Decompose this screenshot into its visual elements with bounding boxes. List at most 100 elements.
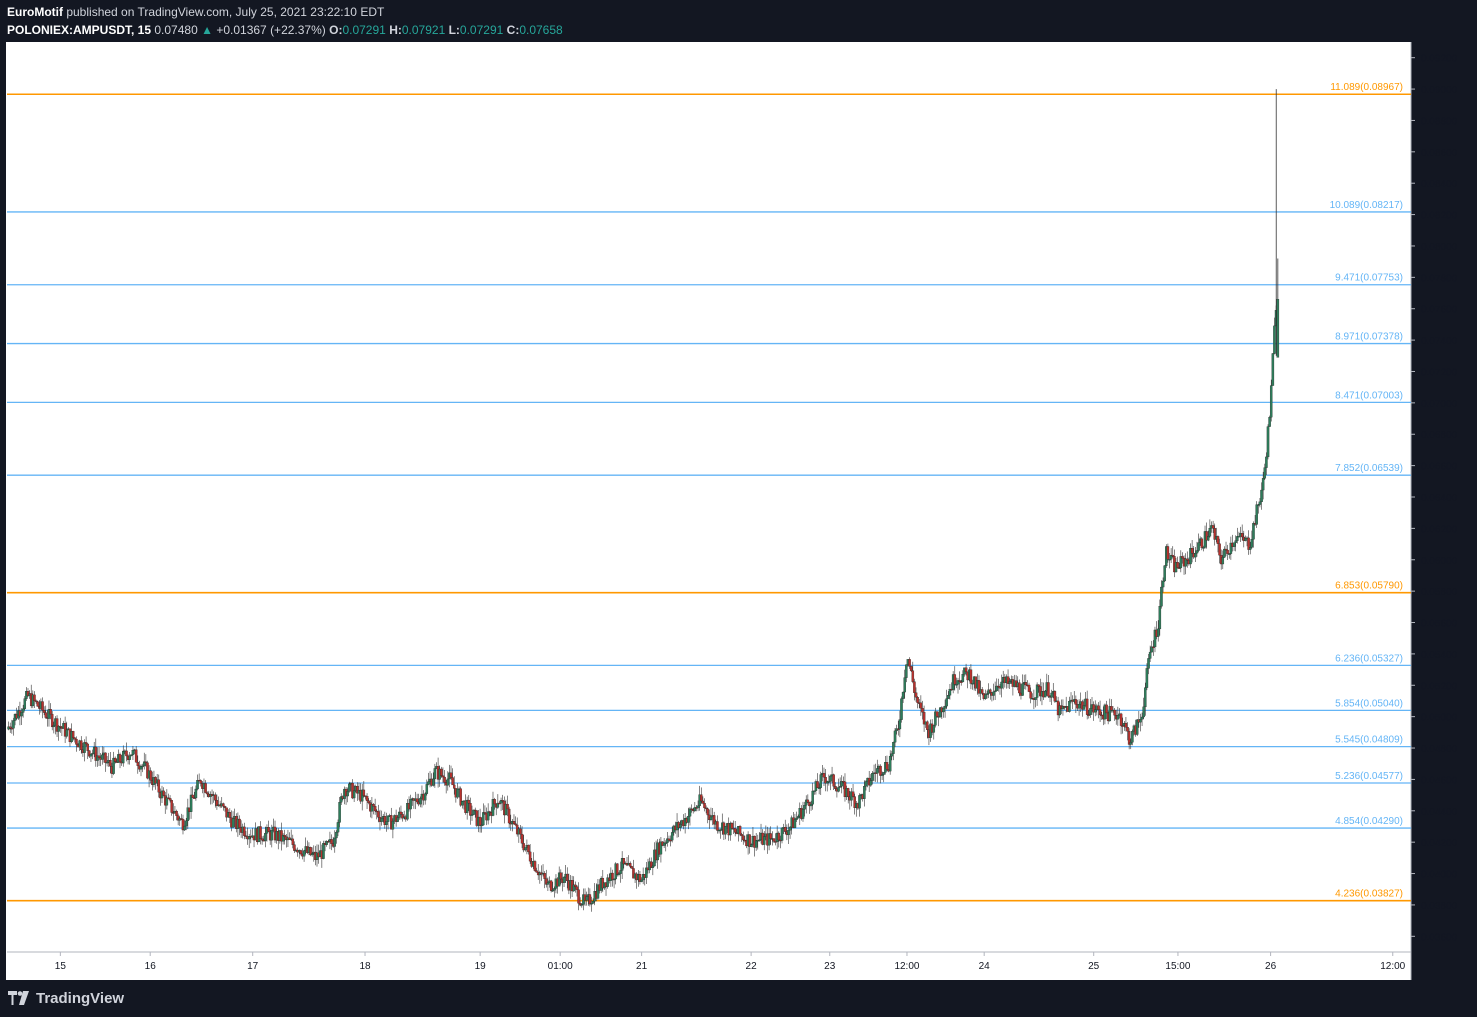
candle-body bbox=[1113, 709, 1116, 716]
candle-body bbox=[128, 755, 131, 760]
x-tick-label: 24 bbox=[979, 961, 991, 972]
candle-body bbox=[1139, 719, 1142, 723]
x-tick-label: 23 bbox=[824, 961, 836, 972]
candle-body bbox=[846, 788, 850, 798]
candle-body bbox=[396, 817, 399, 822]
candle-body bbox=[467, 799, 471, 804]
y-tick-label: 0.03800 bbox=[1421, 901, 1458, 912]
candle-body bbox=[551, 890, 554, 892]
candle-body bbox=[33, 694, 36, 701]
candle-body bbox=[980, 689, 984, 694]
candle-body bbox=[1047, 682, 1050, 697]
candle-body bbox=[1240, 533, 1244, 538]
candle-body bbox=[50, 713, 54, 728]
candle-body bbox=[456, 788, 459, 798]
tradingview-logo[interactable]: TradingView bbox=[8, 989, 124, 1007]
candle-body bbox=[1271, 353, 1275, 386]
candle-body bbox=[803, 805, 806, 810]
candle-body bbox=[882, 772, 885, 775]
candle-body bbox=[864, 781, 868, 787]
y-tick-label: 0.05800 bbox=[1421, 587, 1458, 598]
candle-body bbox=[1208, 528, 1212, 537]
candle-body bbox=[41, 701, 44, 711]
candle-body bbox=[441, 775, 445, 778]
candle-body bbox=[1021, 683, 1024, 696]
candle-body bbox=[1119, 713, 1123, 726]
candle-body bbox=[1226, 549, 1229, 554]
candle-body bbox=[630, 866, 634, 869]
candle-body bbox=[851, 791, 855, 797]
candle-body bbox=[628, 862, 632, 867]
candle-body bbox=[443, 776, 446, 783]
y-tick-label: 0.06800 bbox=[1421, 430, 1458, 441]
candle-body bbox=[1255, 504, 1258, 525]
candle-body bbox=[562, 876, 566, 883]
candle-body bbox=[365, 796, 369, 801]
chart-svg[interactable]: 0.09200 0.09000 0.08800 0.08600 0.08400 0.082… bbox=[0, 0, 1477, 1017]
y-tick-label: 0.08600 bbox=[1421, 148, 1458, 159]
x-tick-label: 26 bbox=[1265, 961, 1277, 972]
candle-body bbox=[49, 709, 52, 715]
candle-body bbox=[1124, 722, 1128, 728]
candle-body bbox=[909, 666, 913, 671]
candle-body bbox=[89, 753, 93, 757]
candle-body bbox=[183, 825, 186, 831]
candle-body bbox=[423, 793, 427, 801]
candle-body bbox=[716, 821, 719, 831]
candle-body bbox=[1098, 709, 1102, 716]
fib-level-label: 5.545(0.04809) bbox=[1335, 735, 1403, 746]
candle-body bbox=[816, 781, 819, 789]
candle-body bbox=[879, 765, 882, 776]
candle-body bbox=[832, 774, 835, 787]
candle-body bbox=[157, 779, 161, 793]
candle-body bbox=[619, 870, 622, 874]
candle-body bbox=[259, 826, 262, 839]
candle-body bbox=[575, 886, 579, 890]
candle-body bbox=[59, 725, 62, 728]
candle-body bbox=[191, 794, 194, 798]
fib-level-label: 8.471(0.07003) bbox=[1335, 390, 1403, 401]
candle-body bbox=[984, 694, 987, 699]
y-tick-label: 0.04400 bbox=[1421, 807, 1458, 818]
candle-body bbox=[1263, 467, 1267, 479]
candle-body bbox=[75, 738, 78, 745]
candle-body bbox=[992, 691, 995, 696]
candle-body bbox=[958, 680, 961, 682]
candle-body bbox=[486, 811, 490, 821]
candle-body bbox=[346, 791, 349, 797]
candle-body bbox=[900, 698, 903, 720]
candle-body bbox=[425, 784, 429, 794]
candle-body bbox=[1228, 553, 1231, 555]
candle-body bbox=[168, 798, 172, 801]
candle-body bbox=[888, 755, 892, 772]
candle-body bbox=[969, 669, 973, 684]
y-tick-label: 0.07000 bbox=[1421, 399, 1458, 410]
candle-body bbox=[796, 816, 800, 819]
candle-body bbox=[373, 806, 377, 812]
candle-body bbox=[898, 719, 902, 730]
candle-body bbox=[415, 798, 419, 803]
candle-body bbox=[1221, 557, 1225, 565]
candle-body bbox=[1166, 546, 1170, 560]
candle-body bbox=[204, 783, 207, 793]
candle-body bbox=[91, 752, 94, 755]
candle-body bbox=[914, 692, 918, 698]
candle-body bbox=[73, 737, 77, 740]
candle-body bbox=[141, 765, 144, 768]
candle-body bbox=[1168, 559, 1171, 561]
candle-body bbox=[588, 894, 592, 905]
candle-body bbox=[507, 808, 511, 824]
candle-body bbox=[231, 818, 235, 828]
candle-body bbox=[985, 693, 989, 695]
candle-body bbox=[130, 754, 133, 756]
candle-body bbox=[338, 802, 341, 823]
candle-body bbox=[23, 698, 27, 709]
candle-body bbox=[871, 773, 874, 781]
candle-body bbox=[1248, 547, 1252, 550]
candle-body bbox=[901, 691, 905, 699]
y-tick-label: 0.05200 bbox=[1421, 681, 1458, 692]
candle-body bbox=[863, 786, 866, 799]
candle-body bbox=[1171, 554, 1174, 557]
candle-body bbox=[801, 809, 805, 819]
candle-body bbox=[733, 828, 737, 833]
